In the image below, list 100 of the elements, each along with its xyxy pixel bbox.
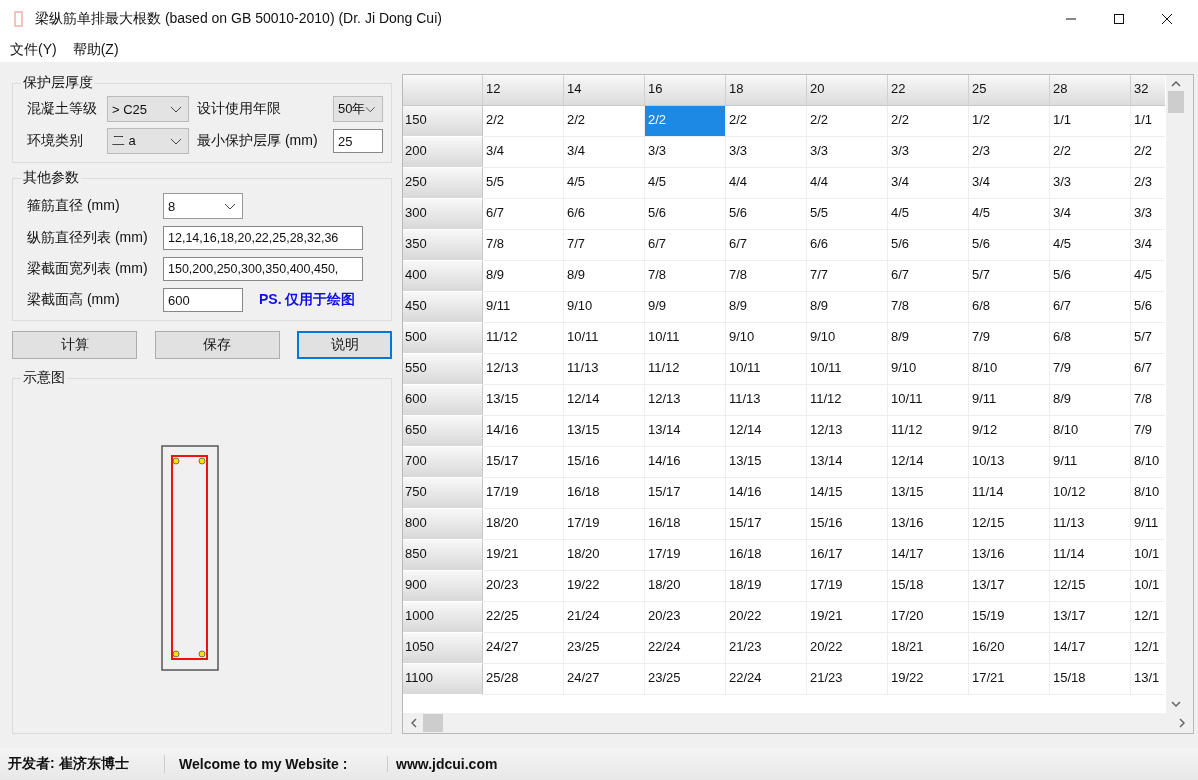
dropdown[interactable]: 8 <box>163 193 243 219</box>
table-cell: 7/8 <box>483 230 564 261</box>
table-cell: 3/4 <box>1050 199 1131 230</box>
table-cell: 23/25 <box>645 664 726 695</box>
input-field[interactable]: 12,14,16,18,20,22,25,28,32,36 <box>163 226 363 250</box>
table-cell: 11/14 <box>1050 540 1131 571</box>
table-cell: 2/2 <box>483 106 564 137</box>
chevron-up-icon[interactable] <box>1171 81 1181 87</box>
row-header[interactable]: 500 <box>403 323 483 354</box>
table-cell: 3/4 <box>969 168 1050 199</box>
column-header[interactable]: 14 <box>564 75 645 106</box>
row-header[interactable]: 450 <box>403 292 483 323</box>
group-title: 保护层厚度 <box>22 74 94 92</box>
row-header[interactable]: 300 <box>403 199 483 230</box>
column-header[interactable]: 28 <box>1050 75 1131 106</box>
table-cell: 6/8 <box>1050 323 1131 354</box>
row-header[interactable]: 700 <box>403 447 483 478</box>
field-label: 环境类别 <box>27 132 84 150</box>
table-cell: 18/20 <box>483 509 564 540</box>
table-cell: 11/12 <box>645 354 726 385</box>
row-header[interactable]: 350 <box>403 230 483 261</box>
action-button[interactable]: 保存 <box>154 331 280 359</box>
table-cell: 16/18 <box>645 509 726 540</box>
table-cell: 2/2 <box>1050 137 1131 168</box>
input-field[interactable]: 150,200,250,300,350,400,450, <box>163 257 363 281</box>
dropdown[interactable]: 二 a <box>107 128 189 154</box>
table-cell: 8/9 <box>807 292 888 323</box>
row-header[interactable]: 1100 <box>403 664 483 695</box>
table-cell: 12/1 <box>1131 602 1165 633</box>
table-cell: 2/2 <box>1131 137 1165 168</box>
chevron-down-icon[interactable] <box>1171 701 1181 707</box>
dropdown[interactable]: > C25 <box>107 96 189 122</box>
row-header[interactable]: 1000 <box>403 602 483 633</box>
column-header[interactable]: 12 <box>483 75 564 106</box>
table-cell: 11/12 <box>483 323 564 354</box>
menu-item[interactable]: 文件(Y) <box>10 41 57 59</box>
column-header[interactable]: 16 <box>645 75 726 106</box>
table-cell: 7/7 <box>564 230 645 261</box>
close-icon[interactable] <box>1161 13 1173 25</box>
row-header[interactable]: 550 <box>403 354 483 385</box>
table-cell: 17/19 <box>483 478 564 509</box>
table-cell: 7/9 <box>1131 416 1165 447</box>
column-header[interactable]: 25 <box>969 75 1050 106</box>
table-cell: 19/21 <box>807 602 888 633</box>
table-cell: 5/6 <box>726 199 807 230</box>
row-header[interactable]: 900 <box>403 571 483 602</box>
status-text: Welcome to my Website : <box>165 756 388 772</box>
row-header[interactable]: 150 <box>403 106 483 137</box>
column-header[interactable]: 20 <box>807 75 888 106</box>
chevron-right-icon[interactable] <box>1179 718 1185 728</box>
window-title: 梁纵筋单排最大根数 (based on GB 50010-2010) (Dr. Ji Dong Cui) <box>35 10 442 28</box>
row-header[interactable]: 400 <box>403 261 483 292</box>
chevron-down-icon <box>224 202 236 210</box>
table-cell: 5/5 <box>483 168 564 199</box>
group-title: 其他参数 <box>22 169 80 187</box>
row-header[interactable]: 650 <box>403 416 483 447</box>
field-label: 纵筋直径列表 (mm) <box>27 229 149 247</box>
table-cell: 3/4 <box>564 137 645 168</box>
table-cell: 8/9 <box>888 323 969 354</box>
table-cell: 1/2 <box>969 106 1050 137</box>
table-cell: 15/16 <box>564 447 645 478</box>
action-button[interactable]: 计算 <box>12 331 137 359</box>
table-cell: 8/10 <box>1131 447 1165 478</box>
action-button[interactable]: 说明 <box>297 331 392 359</box>
row-header[interactable]: 600 <box>403 385 483 416</box>
table-cell: 16/20 <box>969 633 1050 664</box>
table-cell: 14/16 <box>645 447 726 478</box>
column-header[interactable]: 22 <box>888 75 969 106</box>
table-cell: 22/24 <box>645 633 726 664</box>
chevron-left-icon[interactable] <box>411 718 417 728</box>
table-cell: 11/14 <box>969 478 1050 509</box>
scrollbar-thumb[interactable] <box>1168 91 1184 113</box>
dropdown[interactable]: 50年 <box>333 96 383 122</box>
table-cell: 14/17 <box>888 540 969 571</box>
table-cell: 2/2 <box>726 106 807 137</box>
row-header[interactable]: 850 <box>403 540 483 571</box>
table-cell: 15/18 <box>888 571 969 602</box>
row-header[interactable]: 200 <box>403 137 483 168</box>
table-cell: 13/15 <box>888 478 969 509</box>
maximize-icon[interactable] <box>1113 13 1125 25</box>
row-header[interactable]: 800 <box>403 509 483 540</box>
row-header[interactable]: 1050 <box>403 633 483 664</box>
input-field[interactable]: 25 <box>333 129 383 153</box>
row-header[interactable]: 250 <box>403 168 483 199</box>
table-cell: 15/17 <box>645 478 726 509</box>
table-cell: 5/6 <box>1050 261 1131 292</box>
table-cell: 17/19 <box>645 540 726 571</box>
table-cell: 7/8 <box>726 261 807 292</box>
table-cell: 18/21 <box>888 633 969 664</box>
scrollbar-thumb[interactable] <box>423 714 443 732</box>
table-cell: 8/10 <box>969 354 1050 385</box>
row-header[interactable]: 750 <box>403 478 483 509</box>
menu-item[interactable]: 帮助(Z) <box>72 41 119 59</box>
column-header[interactable]: 32 <box>1131 75 1165 106</box>
table-cell: 13/16 <box>969 540 1050 571</box>
table-cell: 10/12 <box>1050 478 1131 509</box>
table-cell: 12/13 <box>645 385 726 416</box>
column-header[interactable]: 18 <box>726 75 807 106</box>
input-field[interactable]: 600 <box>163 288 243 312</box>
table-cell: 6/8 <box>969 292 1050 323</box>
